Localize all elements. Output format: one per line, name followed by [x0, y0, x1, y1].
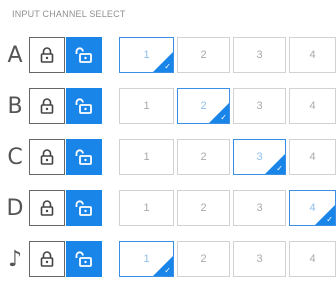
channel-button[interactable]: 2	[177, 241, 230, 277]
unlock-button[interactable]	[66, 139, 102, 175]
channel-button[interactable]: 3	[233, 37, 286, 73]
row-label: B	[7, 93, 23, 119]
channel-row: A 1 ✓ 2 3 4	[0, 37, 336, 73]
row-label: ♪	[7, 246, 23, 272]
channel-button[interactable]: 4 ✓	[289, 190, 336, 226]
channel-number: 2	[200, 49, 207, 61]
lock-open-icon	[75, 149, 93, 165]
channel-number: 3	[256, 151, 263, 163]
channel-number: 3	[256, 253, 263, 265]
channel-number: 3	[256, 202, 263, 214]
row-label: C	[7, 144, 23, 170]
channel-button[interactable]: 2	[177, 139, 230, 175]
channel-number: 1	[143, 253, 150, 265]
channel-button[interactable]: 1	[119, 139, 174, 175]
lock-button[interactable]	[29, 241, 65, 277]
channel-button[interactable]: 1	[119, 190, 174, 226]
channel-row: ♪ 1 ✓ 2 3 4	[0, 241, 336, 277]
checkmark-icon: ✓	[220, 113, 227, 122]
channel-row: D 1 2 3 4 ✓	[0, 190, 336, 226]
channel-button[interactable]: 4	[289, 139, 336, 175]
checkmark-icon: ✓	[276, 164, 283, 173]
lock-button[interactable]	[29, 190, 65, 226]
channel-number: 4	[309, 151, 316, 163]
lock-button[interactable]	[29, 37, 65, 73]
unlock-button[interactable]	[66, 190, 102, 226]
channel-button[interactable]: 3 ✓	[233, 139, 286, 175]
channel-number: 4	[309, 253, 316, 265]
channel-button[interactable]: 3	[233, 88, 286, 124]
channel-number: 3	[256, 100, 263, 112]
unlock-button[interactable]	[66, 88, 102, 124]
channel-number: 1	[143, 100, 150, 112]
channel-number: 2	[200, 202, 207, 214]
unlock-button[interactable]	[66, 37, 102, 73]
channel-button[interactable]: 4	[289, 88, 336, 124]
channel-button[interactable]: 2	[177, 37, 230, 73]
row-label: A	[7, 42, 23, 68]
channel-row: C 1 2 3 ✓ 4	[0, 139, 336, 175]
checkmark-icon: ✓	[326, 215, 333, 224]
channel-number: 4	[309, 100, 316, 112]
lock-open-icon	[75, 98, 93, 114]
lock-closed-icon	[40, 200, 54, 216]
lock-closed-icon	[40, 251, 54, 267]
lock-button[interactable]	[29, 88, 65, 124]
checkmark-icon: ✓	[164, 62, 171, 71]
lock-closed-icon	[40, 98, 54, 114]
channel-number: 1	[143, 202, 150, 214]
lock-closed-icon	[40, 149, 54, 165]
panel-title: INPUT CHANNEL SELECT	[12, 9, 126, 19]
channel-button[interactable]: 3	[233, 241, 286, 277]
row-label: D	[6, 195, 24, 221]
channel-button[interactable]: 1 ✓	[119, 37, 174, 73]
channel-button[interactable]: 2	[177, 190, 230, 226]
lock-closed-icon	[40, 47, 54, 63]
lock-open-icon	[75, 200, 93, 216]
channel-button[interactable]: 4	[289, 241, 336, 277]
lock-open-icon	[75, 251, 93, 267]
lock-open-icon	[75, 47, 93, 63]
channel-number: 1	[143, 151, 150, 163]
channel-row: B 1 2 ✓ 3 4	[0, 88, 336, 124]
channel-number: 2	[200, 100, 207, 112]
channel-button[interactable]: 2 ✓	[177, 88, 230, 124]
channel-number: 4	[309, 49, 316, 61]
channel-button[interactable]: 3	[233, 190, 286, 226]
channel-button[interactable]: 4	[289, 37, 336, 73]
channel-number: 2	[200, 253, 207, 265]
checkmark-icon: ✓	[164, 266, 171, 275]
channel-button[interactable]: 1	[119, 88, 174, 124]
channel-number: 3	[256, 49, 263, 61]
channel-number: 1	[143, 49, 150, 61]
unlock-button[interactable]	[66, 241, 102, 277]
channel-number: 2	[200, 151, 207, 163]
channel-button[interactable]: 1 ✓	[119, 241, 174, 277]
lock-button[interactable]	[29, 139, 65, 175]
